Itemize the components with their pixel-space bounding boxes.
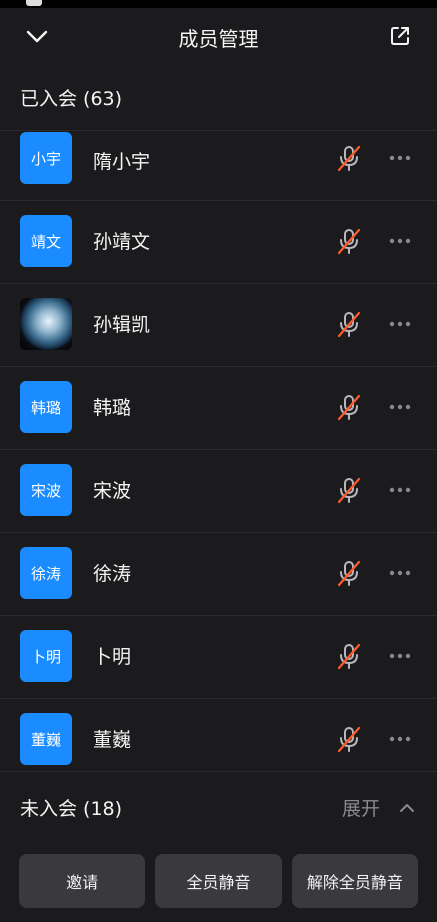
- mic-muted-icon[interactable]: [336, 144, 362, 172]
- expand-button[interactable]: 展开: [342, 794, 380, 821]
- member-name: 孙靖文: [93, 231, 151, 253]
- member-row[interactable]: 韩璐 韩璐: [0, 366, 437, 449]
- avatar: 徐涛: [20, 547, 72, 599]
- more-icon[interactable]: [388, 150, 412, 166]
- not-joined-count-label: 未入会 (18): [20, 798, 123, 820]
- chevron-up-icon[interactable]: [399, 799, 415, 813]
- avatar: 韩璐: [20, 381, 72, 433]
- mic-muted-icon[interactable]: [336, 310, 362, 338]
- member-name: 孙辑凯: [93, 314, 151, 336]
- unmute-all-button[interactable]: 解除全员静音: [291, 854, 418, 908]
- mic-muted-icon[interactable]: [336, 476, 362, 504]
- status-bar: [0, 0, 437, 8]
- mic-muted-icon[interactable]: [336, 393, 362, 421]
- header: 成员管理: [0, 8, 437, 64]
- member-row[interactable]: 徐涛 徐涛: [0, 532, 437, 615]
- member-name: 隋小宇: [93, 151, 151, 173]
- avatar: 卜明: [20, 630, 72, 682]
- mute-all-button[interactable]: 全员静音: [155, 854, 282, 908]
- action-bar: 邀请 全员静音 解除全员静音: [19, 854, 418, 908]
- status-indicator: [26, 0, 42, 6]
- mic-muted-icon[interactable]: [336, 227, 362, 255]
- member-name: 宋波: [93, 480, 132, 502]
- joined-section-header: 已入会 (63): [0, 64, 437, 130]
- member-row[interactable]: 孙辑凯: [0, 283, 437, 366]
- more-icon[interactable]: [388, 233, 412, 249]
- member-name: 卜明: [93, 646, 132, 668]
- member-list[interactable]: 小宇 隋小宇 靖文 孙靖文 孙辑凯 韩璐 韩璐 宋波 宋波 徐涛 徐涛 卜明 卜明 董巍 董巍: [0, 130, 437, 771]
- member-row[interactable]: 宋波 宋波: [0, 449, 437, 532]
- avatar: [20, 298, 72, 350]
- member-row[interactable]: 董巍 董巍: [0, 698, 437, 771]
- joined-count-label: 已入会 (63): [20, 88, 123, 110]
- more-icon[interactable]: [388, 482, 412, 498]
- more-icon[interactable]: [388, 648, 412, 664]
- invite-button[interactable]: 邀请: [19, 854, 146, 908]
- avatar: 小宇: [20, 132, 72, 184]
- member-row[interactable]: 小宇 隋小宇: [0, 130, 437, 200]
- avatar: 靖文: [20, 215, 72, 267]
- mic-muted-icon[interactable]: [336, 642, 362, 670]
- mic-muted-icon[interactable]: [336, 725, 362, 753]
- more-icon[interactable]: [388, 316, 412, 332]
- member-row[interactable]: 靖文 孙靖文: [0, 200, 437, 283]
- member-name: 徐涛: [93, 563, 132, 585]
- member-name: 韩璐: [93, 397, 132, 419]
- member-row[interactable]: 卜明 卜明: [0, 615, 437, 698]
- avatar: 宋波: [20, 464, 72, 516]
- more-icon[interactable]: [388, 731, 412, 747]
- more-icon[interactable]: [388, 399, 412, 415]
- share-icon[interactable]: [387, 23, 413, 49]
- mic-muted-icon[interactable]: [336, 559, 362, 587]
- avatar: 董巍: [20, 713, 72, 765]
- member-name: 董巍: [93, 729, 132, 751]
- page-title: 成员管理: [178, 27, 259, 51]
- more-icon[interactable]: [388, 565, 412, 581]
- not-joined-section[interactable]: 未入会 (18) 展开: [0, 772, 437, 842]
